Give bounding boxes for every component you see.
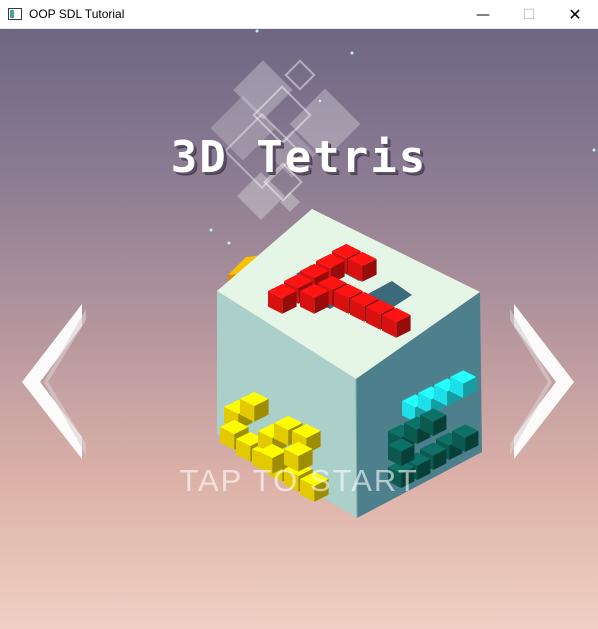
close-button[interactable]: ✕ (552, 0, 598, 29)
game-scene (22, 29, 596, 519)
app-icon (8, 8, 22, 20)
chevron-left-icon[interactable] (22, 304, 86, 459)
chevron-right-icon[interactable] (510, 304, 574, 459)
title-bar: OOP SDL Tutorial — ☐ ✕ (0, 0, 598, 29)
window-title: OOP SDL Tutorial (29, 7, 125, 21)
game-canvas[interactable]: 3D Tetris TAP TO START (0, 29, 598, 629)
tap-to-start-prompt[interactable]: TAP TO START (0, 463, 598, 499)
game-logo: 3D Tetris (170, 132, 428, 183)
minimize-button[interactable]: — (460, 0, 506, 29)
maximize-button[interactable]: ☐ (506, 0, 552, 29)
